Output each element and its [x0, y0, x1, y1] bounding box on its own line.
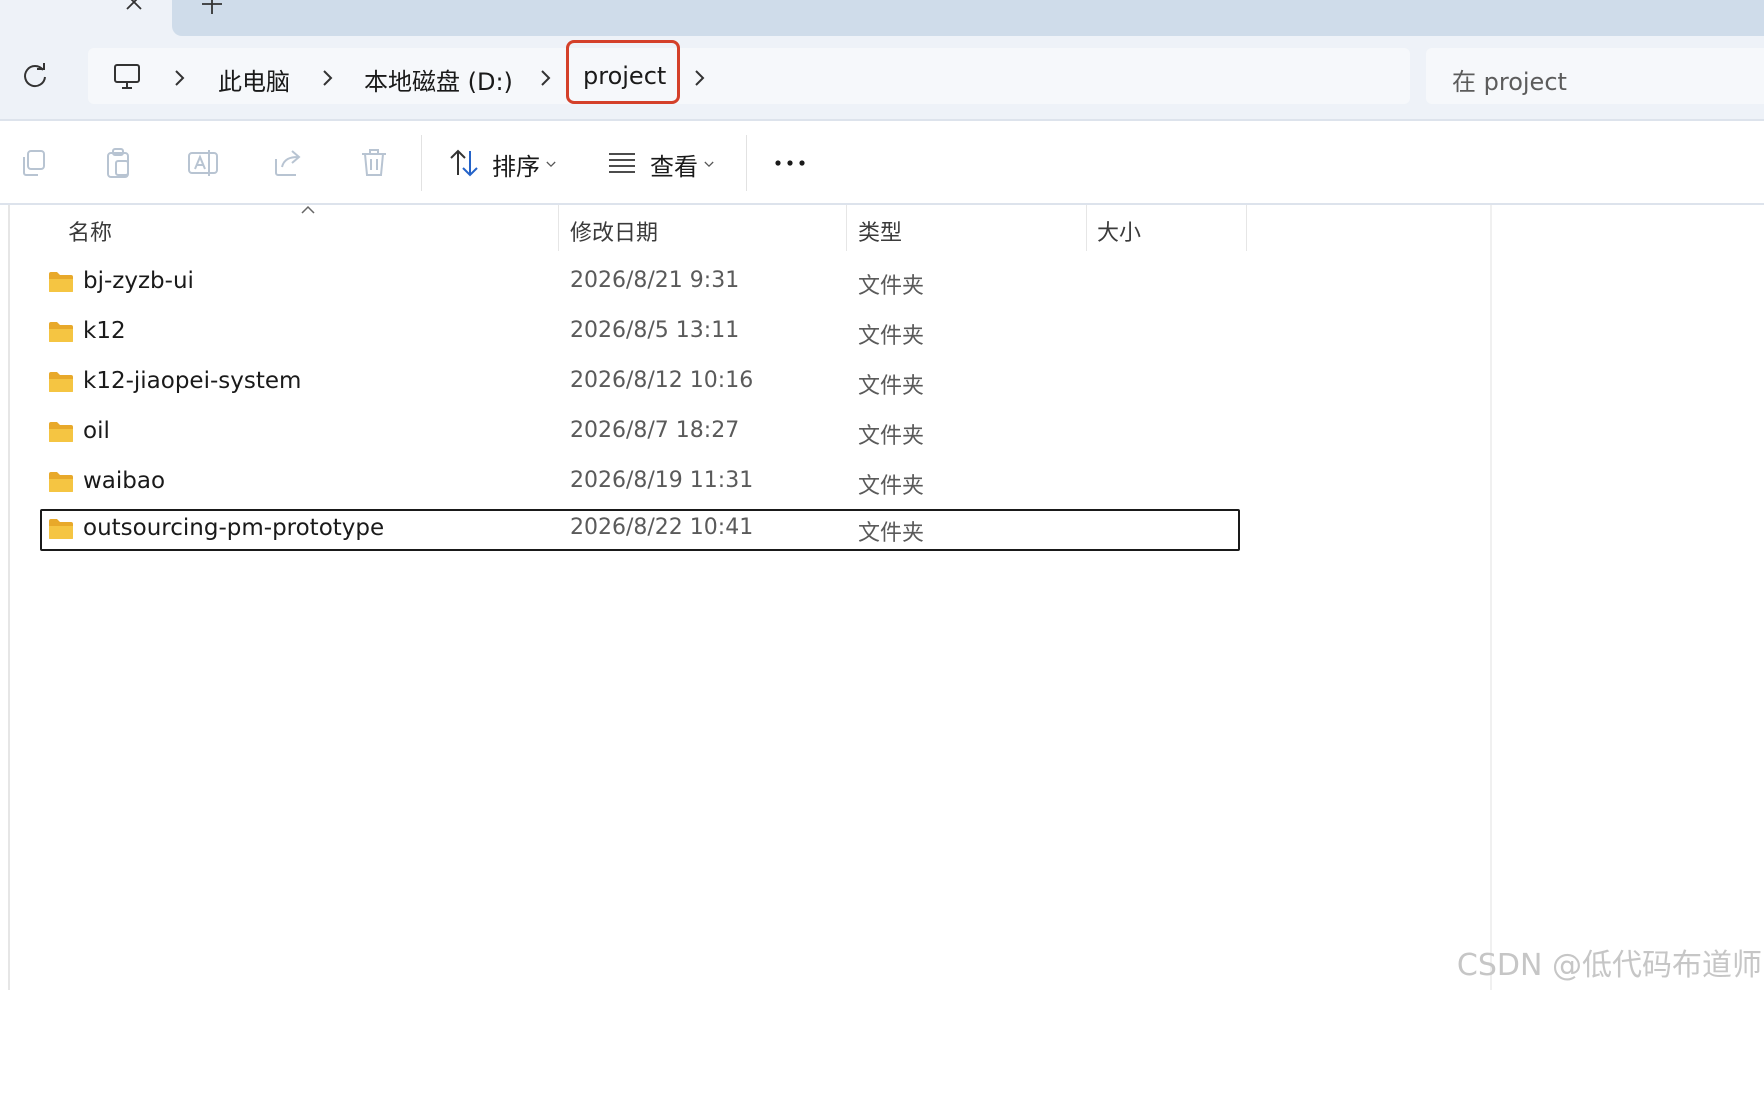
view-button[interactable]: 查看 — [606, 139, 726, 183]
column-divider[interactable] — [846, 205, 847, 251]
rename-icon[interactable] — [187, 147, 219, 179]
file-date: 2026/8/5 13:11 — [570, 318, 740, 343]
toolbar-divider — [746, 135, 747, 191]
table-row[interactable]: oil 2026/8/7 18:27 文件夹 — [40, 412, 1240, 454]
sort-label: 排序 — [492, 153, 540, 181]
refresh-icon[interactable] — [20, 62, 50, 92]
chevron-down-icon — [704, 161, 714, 168]
column-divider[interactable] — [558, 205, 559, 251]
computer-icon[interactable] — [112, 62, 142, 92]
breadcrumb-local-disk[interactable]: 本地磁盘 (D:) — [364, 62, 513, 97]
file-date: 2026/8/22 10:41 — [570, 515, 754, 540]
table-row[interactable]: bj-zyzb-ui 2026/8/21 9:31 文件夹 — [40, 262, 1240, 304]
file-name: bj-zyzb-ui — [83, 268, 194, 294]
trash-icon[interactable] — [358, 147, 390, 179]
table-row[interactable]: k12-jiaopei-system 2026/8/12 10:16 文件夹 — [40, 362, 1240, 404]
column-header-date[interactable]: 修改日期 — [570, 215, 658, 247]
column-divider[interactable] — [1246, 205, 1247, 251]
chevron-down-icon — [546, 161, 556, 168]
file-name: outsourcing-pm-prototype — [83, 515, 385, 541]
file-date: 2026/8/7 18:27 — [570, 418, 740, 443]
list-view-icon — [609, 153, 635, 173]
column-divider[interactable] — [1086, 205, 1087, 251]
navigation-bar: 此电脑 本地磁盘 (D:) project 在 project — [0, 38, 1764, 120]
share-icon[interactable] — [272, 147, 304, 179]
more-options-icon[interactable] — [774, 147, 806, 179]
folder-icon — [49, 422, 73, 442]
sort-ascending-icon — [301, 205, 315, 214]
pane-border — [8, 205, 10, 990]
file-date: 2026/8/21 9:31 — [570, 268, 740, 293]
pane-border — [1490, 205, 1492, 990]
view-label: 查看 — [650, 153, 698, 181]
close-icon[interactable] — [124, 0, 144, 12]
file-type: 文件夹 — [858, 374, 925, 399]
folder-icon — [49, 472, 73, 492]
chevron-right-icon[interactable] — [538, 68, 554, 88]
breadcrumb-project[interactable]: project — [583, 62, 666, 90]
search-placeholder: 在 project — [1452, 68, 1567, 96]
command-toolbar: 排序 查看 — [0, 121, 1764, 205]
tab-strip — [0, 0, 1764, 38]
watermark: CSDN @低代码布道师 — [1456, 948, 1762, 983]
chevron-right-icon[interactable] — [320, 68, 336, 88]
chevron-right-icon[interactable] — [692, 68, 708, 88]
file-type: 文件夹 — [858, 474, 925, 499]
column-header-name[interactable]: 名称 — [68, 215, 112, 247]
paste-icon[interactable] — [102, 147, 134, 179]
file-type: 文件夹 — [858, 324, 925, 349]
address-bar[interactable]: 此电脑 本地磁盘 (D:) project — [88, 40, 1410, 104]
file-name: waibao — [83, 468, 166, 494]
toolbar-divider — [421, 135, 422, 191]
column-header-size[interactable]: 大小 — [1097, 215, 1141, 247]
folder-icon — [49, 519, 73, 539]
plus-icon[interactable] — [200, 0, 224, 16]
table-row[interactable]: outsourcing-pm-prototype 2026/8/22 10:41 文… — [40, 509, 1240, 551]
column-header-type[interactable]: 类型 — [858, 215, 902, 247]
file-type: 文件夹 — [858, 521, 925, 546]
folder-icon — [49, 372, 73, 392]
file-name: oil — [83, 418, 110, 444]
table-row[interactable]: waibao 2026/8/19 11:31 文件夹 — [40, 462, 1240, 504]
copy-icon[interactable] — [18, 147, 50, 179]
chevron-right-icon[interactable] — [172, 68, 188, 88]
table-row[interactable]: k12 2026/8/5 13:11 文件夹 — [40, 312, 1240, 354]
file-date: 2026/8/12 10:16 — [570, 368, 754, 393]
breadcrumb-this-pc[interactable]: 此电脑 — [218, 62, 290, 97]
tab-area — [172, 0, 1764, 36]
file-date: 2026/8/19 11:31 — [570, 468, 754, 493]
search-box[interactable]: 在 project — [1426, 48, 1764, 104]
file-name: k12 — [83, 318, 126, 344]
file-name: k12-jiaopei-system — [83, 368, 302, 394]
sort-button[interactable]: 排序 — [448, 139, 568, 183]
file-type: 文件夹 — [858, 424, 925, 449]
folder-icon — [49, 272, 73, 292]
folder-icon — [49, 322, 73, 342]
sort-icon — [450, 149, 478, 177]
file-type: 文件夹 — [858, 274, 925, 299]
